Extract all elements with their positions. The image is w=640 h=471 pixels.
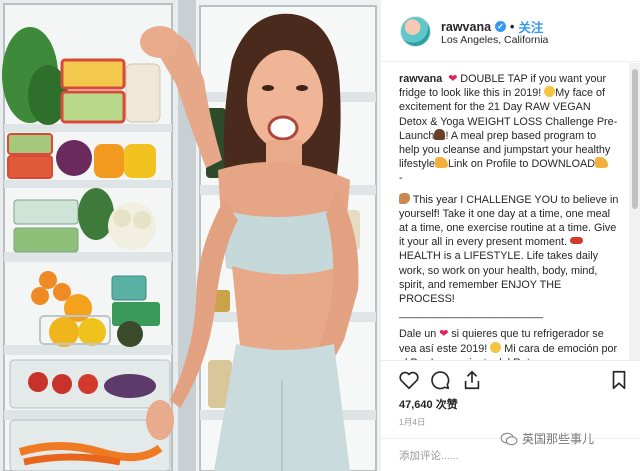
caption-text: HEALTH is a LIFESTYLE. Life takes daily … xyxy=(399,250,599,306)
caption-paragraph-1: rawvana ❤ DOUBLE TAP if you want your fr… xyxy=(399,72,619,171)
heart-icon[interactable] xyxy=(398,369,420,391)
avatar[interactable] xyxy=(400,16,431,47)
separator-dot: • xyxy=(510,19,515,34)
location-link[interactable]: Los Angeles, California xyxy=(441,34,548,46)
caption-divider: ________________________ xyxy=(399,307,544,320)
username-link[interactable]: rawvana xyxy=(441,20,491,34)
fridge-photo-illustration xyxy=(0,0,380,471)
caption-text: This year I CHALLENGE YOU to believe in … xyxy=(399,193,619,249)
likes-label: 次赞 xyxy=(435,399,458,411)
share-icon[interactable] xyxy=(461,369,483,391)
post-sidebar: rawvana ✓ • 关注 Los Angeles, California r… xyxy=(380,0,640,471)
caption-paragraph-2: This year I CHALLENGE YOU to believe in … xyxy=(399,192,619,307)
person-emoji-icon xyxy=(434,128,446,140)
pill-emoji-icon xyxy=(570,237,584,245)
pointing-hand-emoji-icon xyxy=(435,157,449,169)
post-actions: 47,640 次赞 1月4日 xyxy=(381,360,640,438)
comment-icon[interactable] xyxy=(429,369,451,391)
grinning-face-emoji-icon xyxy=(490,341,502,353)
grinning-face-emoji-icon xyxy=(544,86,556,98)
caption-dash: - xyxy=(399,172,403,185)
red-heart-emoji-icon: ❤ xyxy=(448,73,458,85)
post-header: rawvana ✓ • 关注 Los Angeles, California xyxy=(381,0,640,62)
caption-text: Link on Profile to DOWNLOAD xyxy=(448,158,596,171)
likes-count[interactable]: 47,640 次赞 xyxy=(399,396,458,412)
watermark: 英国那些事儿 xyxy=(500,430,594,447)
watermark-text: 英国那些事儿 xyxy=(522,432,595,446)
wechat-icon xyxy=(500,432,518,445)
verified-badge-icon: ✓ xyxy=(495,21,507,32)
caption-scrollbar[interactable] xyxy=(629,63,640,360)
likes-number: 47,640 xyxy=(399,399,433,411)
caption-text: Dale un xyxy=(399,328,437,341)
bookmark-icon[interactable] xyxy=(608,369,630,391)
flexed-biceps-emoji-icon xyxy=(399,192,410,204)
caption-username-link[interactable]: rawvana xyxy=(399,73,442,85)
pointing-hand-emoji-icon xyxy=(595,157,609,169)
scrollbar-thumb[interactable] xyxy=(632,69,638,209)
caption-scroll-area[interactable]: rawvana ❤ DOUBLE TAP if you want your fr… xyxy=(381,63,629,360)
post-date[interactable]: 1月4日 xyxy=(399,416,425,428)
red-heart-emoji-icon: ❤ xyxy=(439,328,449,341)
post-photo[interactable] xyxy=(0,0,380,471)
comment-input[interactable] xyxy=(399,447,519,465)
caption-paragraph-3: Dale un ❤ si quieres que tu refrigerador… xyxy=(399,327,619,360)
